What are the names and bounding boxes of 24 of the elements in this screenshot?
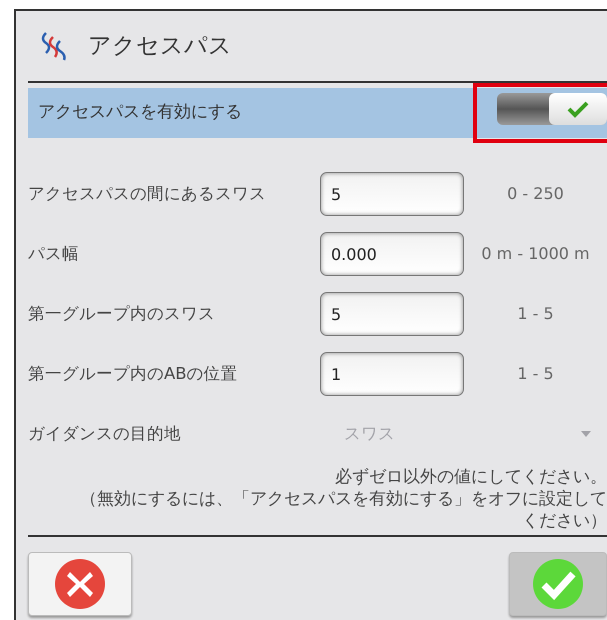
field-label: 第一グループ内のABの位置 (28, 362, 239, 385)
note-text: ください） (521, 510, 607, 532)
note-text: （無効にするには、「アクセスパスを有効にする」をオフに設定して (79, 488, 607, 510)
field-label: アクセスパスの間にあるスワス (28, 182, 267, 205)
field-label: パス幅 (28, 242, 80, 265)
close-icon (54, 558, 106, 610)
range-text: 0 - 250 (506, 183, 565, 205)
range-text: 1 - 5 (516, 363, 555, 385)
range-text: 1 - 5 (516, 303, 555, 325)
check-icon (532, 558, 584, 610)
range-text: 0 m - 1000 m (480, 243, 591, 265)
value-field[interactable]: 5 (320, 172, 464, 216)
toggle-label: アクセスパスを有効にする (38, 101, 242, 124)
value-field[interactable]: 0.000 (320, 232, 464, 276)
enable-toggle[interactable] (497, 92, 607, 125)
value-field[interactable]: 5 (320, 292, 464, 336)
note-text: 必ずゼロ以外の値にしてください。 (334, 466, 607, 488)
dropdown-caret-icon (581, 431, 591, 437)
cancel-button[interactable] (28, 552, 132, 616)
dialog-title: アクセスパス (88, 32, 232, 61)
field-label: 第一グループ内のスワス (28, 302, 216, 325)
dropdown-label: ガイダンスの目的地 (28, 422, 182, 445)
value-field[interactable]: 1 (320, 352, 464, 396)
check-icon (567, 100, 589, 118)
